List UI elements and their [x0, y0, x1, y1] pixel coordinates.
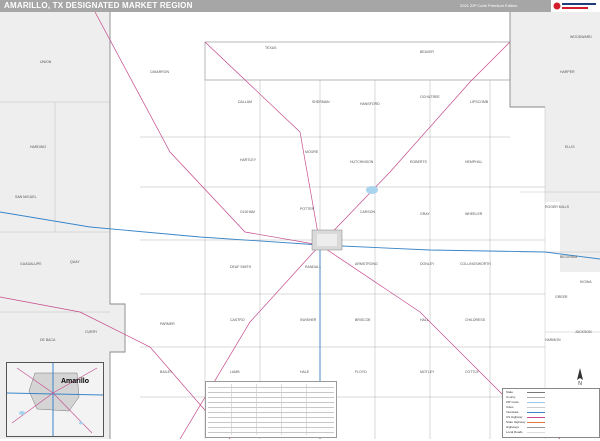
- county-label-roger-mills: ROGER MILLS: [545, 205, 569, 209]
- legend-item-us-highway: US Highway: [506, 415, 523, 419]
- inset-map-canvas: [6, 363, 104, 436]
- amarillo-inset-map[interactable]: Amarillo: [6, 362, 104, 437]
- county-label-woodward: WOODWARD: [570, 35, 592, 39]
- county-label-carson: CARSON: [360, 210, 375, 214]
- county-label-hemphill: HEMPHILL: [465, 160, 483, 164]
- county-label-greer: GREER: [555, 295, 568, 299]
- legend-swatch: [527, 417, 545, 418]
- legend-swatch: [527, 402, 545, 403]
- county-label-motley: MOTLEY: [420, 370, 435, 374]
- legend-item-local-roads: Local Roads: [506, 430, 523, 434]
- legend-item-state: State: [506, 390, 514, 394]
- market-maps-logo: [551, 0, 600, 12]
- title-bar: AMARILLO, TX DESIGNATED MARKET REGION 20…: [0, 0, 600, 12]
- county-label-san-miguel: SAN MIGUEL: [15, 195, 37, 199]
- zip-index-table: [205, 381, 337, 438]
- county-label-texas: TEXAS: [265, 46, 277, 50]
- county-label-hartley: HARTLEY: [240, 158, 257, 162]
- county-label-harmon: HARMON: [545, 338, 561, 342]
- county-label-harding: HARDING: [30, 145, 47, 149]
- legend-swatch: [527, 407, 545, 408]
- county-label-hutchinson: HUTCHINSON: [350, 160, 374, 164]
- county-label-lipscomb: LIPSCOMB: [470, 100, 489, 104]
- legend-swatch: [527, 397, 545, 398]
- county-label-kiowa: KIOWA: [580, 280, 592, 284]
- county-label-collingsworth: COLLINGSWORTH: [460, 262, 491, 266]
- county-label-hansford: HANSFORD: [360, 102, 380, 106]
- county-label-armstrong: ARMSTRONG: [355, 262, 378, 266]
- county-label-harper: HARPER: [560, 70, 575, 74]
- legend-swatch: [527, 412, 545, 413]
- table-row: [208, 402, 334, 403]
- table-row: [208, 427, 334, 428]
- map-legend: State County ZIP Code Cities Interstate …: [502, 388, 600, 438]
- table-row: [208, 412, 334, 413]
- county-label-hall: HALL: [420, 318, 429, 322]
- inset-city-label: Amarillo: [61, 378, 90, 385]
- legend-swatch: [527, 427, 545, 428]
- compass-rose-icon: N: [577, 368, 583, 386]
- legend-item-cities: Cities: [506, 405, 514, 409]
- county-label-briscoe: BRISCOE: [355, 318, 371, 322]
- table-row: [208, 417, 334, 418]
- county-label-ochiltree: OCHILTREE: [420, 95, 440, 99]
- county-label-gray: GRAY: [420, 212, 430, 216]
- legend-item-zip: ZIP Code: [506, 400, 519, 404]
- county-label-guadalupe: GUADALUPE: [20, 262, 42, 266]
- table-row: [208, 387, 334, 388]
- county-label-wheeler: WHEELER: [465, 212, 483, 216]
- county-label-donley: DONLEY: [420, 262, 435, 266]
- county-label-cottle: COTTLE: [465, 370, 479, 374]
- legend-item-state-highway: State Highway: [506, 420, 526, 424]
- county-label-randall: RANDALL: [305, 265, 322, 269]
- county-label-castro: CASTRO: [230, 318, 245, 322]
- legend-swatch: [527, 432, 545, 433]
- county-label-bailey: BAILEY: [160, 370, 173, 374]
- county-label-oldham: OLDHAM: [240, 210, 255, 214]
- county-label-beckham: BECKHAM: [560, 255, 578, 259]
- map-title: AMARILLO, TX DESIGNATED MARKET REGION: [4, 1, 193, 10]
- county-label-deaf-smith: DEAF SMITH: [230, 265, 252, 269]
- county-label-curry: CURRY: [85, 330, 98, 334]
- compass-label: N: [578, 381, 582, 386]
- county-label-sherman: SHERMAN: [312, 100, 330, 104]
- county-label-hale: HALE: [300, 370, 310, 374]
- legend-swatch: [527, 422, 545, 423]
- county-label-beaver: BEAVER: [420, 50, 434, 54]
- county-label-jackson: JACKSON: [575, 330, 592, 334]
- table-row: [208, 397, 334, 398]
- edition-label: 2021 ZIP Code Premium Edition: [460, 3, 518, 8]
- county-label-union: UNION: [40, 60, 52, 64]
- county-label-parmer: PARMER: [160, 322, 175, 326]
- table-row: [208, 432, 334, 433]
- legend-swatch: [527, 392, 545, 393]
- legend-item-interstate: Interstate: [506, 410, 519, 414]
- county-label-cimarron: CIMARRON: [150, 70, 170, 74]
- county-label-floyd: FLOYD: [355, 370, 367, 374]
- county-label-ellis: ELLIS: [565, 145, 575, 149]
- map-frame: AMARILLO, TX DESIGNATED MARKET REGION 20…: [0, 0, 600, 439]
- county-label-moore: MOORE: [305, 150, 319, 154]
- county-label-roberts: ROBERTS: [410, 160, 427, 164]
- county-label-potter: POTTER: [300, 207, 315, 211]
- legend-item-highways: Highways: [506, 425, 520, 429]
- county-label-childress: CHILDRESS: [465, 318, 486, 322]
- table-row: [208, 392, 334, 393]
- legend-item-county: County: [506, 395, 516, 399]
- table-row: [208, 407, 334, 408]
- county-label-quay: QUAY: [70, 260, 80, 264]
- county-label-de-baca: DE BACA: [40, 338, 56, 342]
- county-label-swisher: SWISHER: [300, 318, 317, 322]
- table-row: [208, 422, 334, 423]
- county-label-dallam: DALLAM: [238, 100, 253, 104]
- county-label-lamb: LAMB: [230, 370, 240, 374]
